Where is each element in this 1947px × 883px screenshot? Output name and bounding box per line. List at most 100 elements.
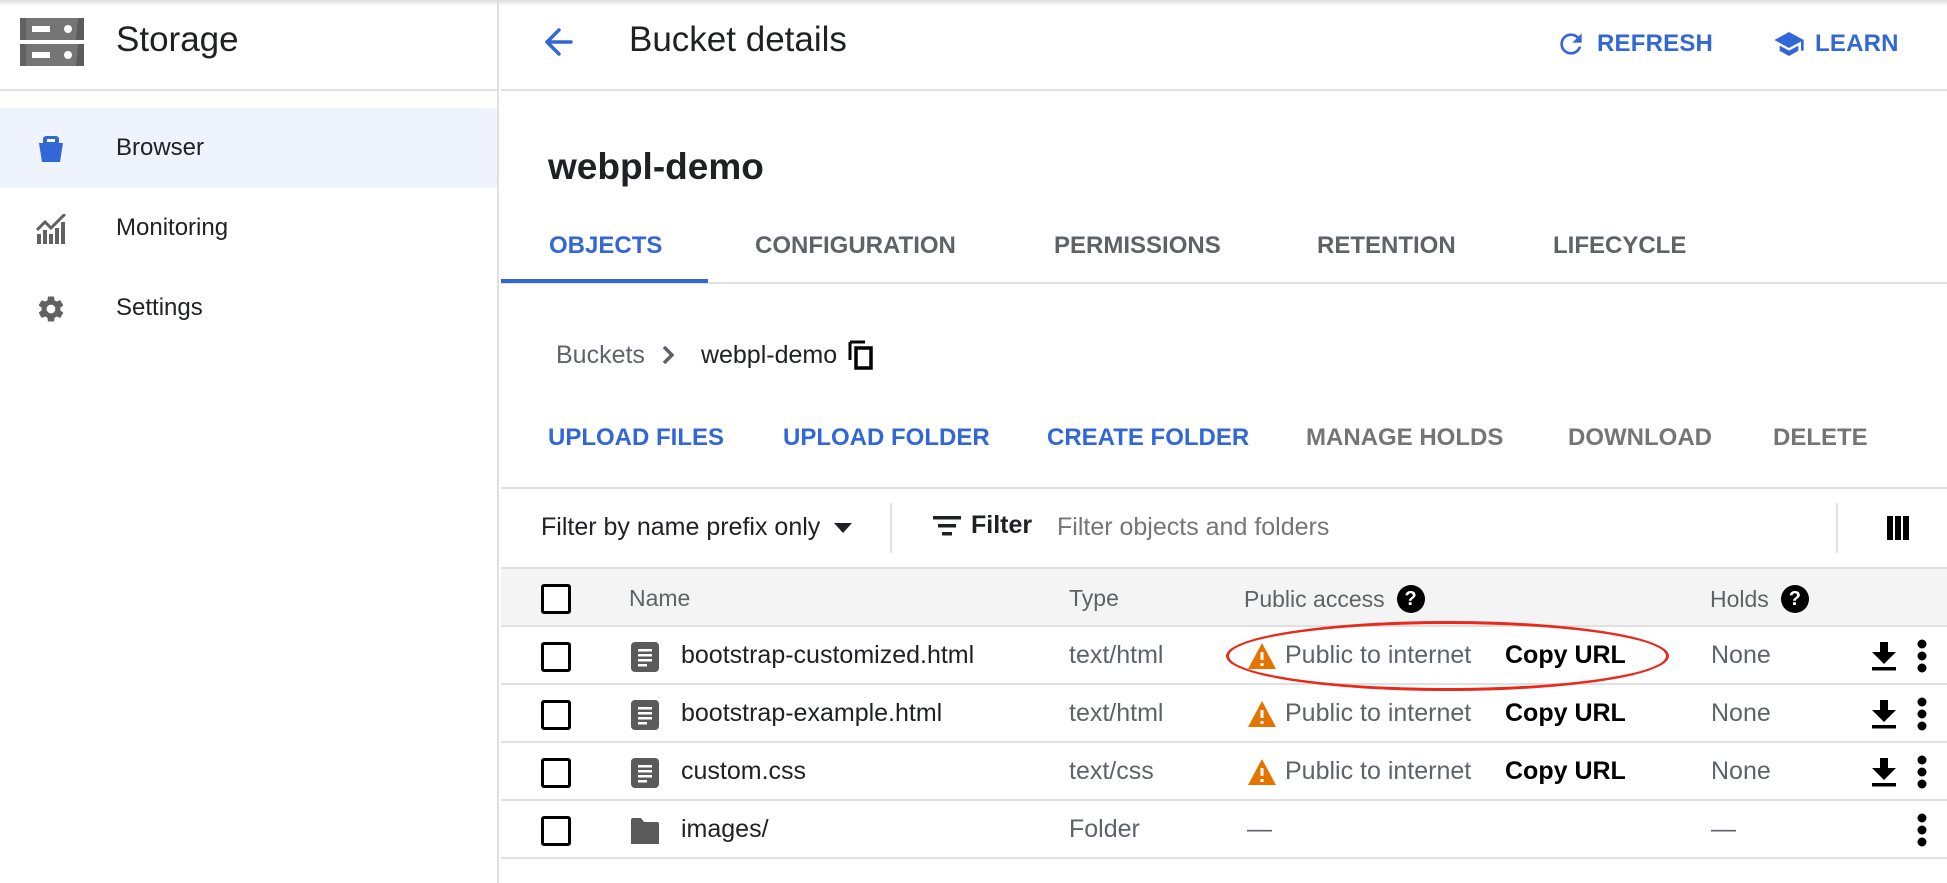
- column-label: Name: [629, 585, 691, 611]
- tab-label: OBJECTS: [549, 232, 663, 259]
- sidebar-item-label: Browser: [116, 134, 205, 161]
- download-button[interactable]: DOWNLOAD: [1568, 424, 1712, 452]
- download-icon[interactable]: [1871, 699, 1897, 729]
- more-vert-icon[interactable]: [1915, 755, 1929, 789]
- row-checkbox[interactable]: [541, 642, 571, 672]
- object-name-link[interactable]: custom.css: [681, 757, 806, 786]
- more-vert-icon[interactable]: [1915, 813, 1929, 847]
- gear-icon: [38, 296, 64, 322]
- refresh-button[interactable]: REFRESH: [1555, 24, 1713, 64]
- public-access-label: Public to internet: [1285, 757, 1472, 785]
- tab-retention[interactable]: RETENTION: [1317, 232, 1456, 282]
- divider: [890, 503, 892, 553]
- object-type: text/css: [1069, 757, 1154, 785]
- sidebar-item-label: Monitoring: [116, 214, 229, 241]
- object-type: text/html: [1069, 699, 1164, 727]
- table-header: Name Type Public access ? Holds ?: [501, 569, 1947, 627]
- manage-holds-button[interactable]: MANAGE HOLDS: [1306, 424, 1503, 452]
- warning-icon: [1248, 700, 1276, 727]
- upload-folder-button[interactable]: UPLOAD FOLDER: [783, 424, 990, 452]
- object-name-link[interactable]: bootstrap-example.html: [681, 699, 942, 728]
- copy-icon[interactable]: [847, 340, 875, 370]
- file-icon: [631, 758, 659, 788]
- bucket-name: webpl-demo: [548, 146, 764, 187]
- object-type: text/html: [1069, 641, 1164, 669]
- help-icon[interactable]: ?: [1780, 585, 1809, 613]
- holds-value: None: [1711, 641, 1771, 669]
- column-header-public-access: Public access ?: [1244, 585, 1425, 613]
- warning-icon: [1248, 758, 1276, 785]
- warning-icon: [1248, 642, 1276, 669]
- public-access-status: Public to internet: [1247, 641, 1471, 670]
- copy-url-link[interactable]: Copy URL: [1505, 641, 1626, 670]
- tab-objects[interactable]: OBJECTS: [549, 232, 662, 282]
- folder-name-link[interactable]: images/: [681, 815, 769, 844]
- sidebar: Storage Browser Monitoring Settings: [0, 0, 499, 883]
- main-header: Bucket details REFRESH LEARN: [501, 0, 1947, 91]
- divider: [1836, 503, 1838, 553]
- table-row: bootstrap-example.html text/html Public …: [501, 685, 1947, 743]
- column-display-icon[interactable]: [1884, 513, 1914, 543]
- column-header-name[interactable]: Name: [629, 585, 690, 612]
- public-access-label: Public to internet: [1285, 641, 1472, 669]
- public-access-status: Public to internet: [1247, 699, 1471, 728]
- sidebar-item-monitoring[interactable]: Monitoring: [0, 188, 497, 268]
- storage-icon: [20, 18, 84, 66]
- filter-bar: Filter by name prefix only Filter: [501, 487, 1947, 569]
- dropdown-arrow-icon: [834, 522, 853, 533]
- tab-lifecycle[interactable]: LIFECYCLE: [1553, 232, 1686, 282]
- filter-mode-dropdown[interactable]: Filter by name prefix only: [541, 513, 853, 542]
- breadcrumb-current: webpl-demo: [700, 340, 838, 369]
- tab-label: CONFIGURATION: [755, 232, 956, 259]
- breadcrumb: Buckets webpl-demo: [556, 340, 875, 370]
- tab-permissions[interactable]: PERMISSIONS: [1054, 232, 1221, 282]
- download-icon[interactable]: [1871, 641, 1897, 671]
- column-header-type[interactable]: Type: [1069, 585, 1119, 612]
- refresh-label: REFRESH: [1597, 30, 1714, 57]
- sidebar-item-browser[interactable]: Browser: [0, 108, 497, 188]
- holds-value: None: [1711, 757, 1771, 785]
- sidebar-item-label: Settings: [116, 294, 203, 321]
- breadcrumb-buckets-link[interactable]: Buckets: [556, 341, 645, 370]
- arrow-back-icon[interactable]: [537, 22, 577, 62]
- filter-input[interactable]: [1057, 507, 1717, 547]
- filter-button[interactable]: Filter: [933, 511, 1032, 540]
- tab-label: LIFECYCLE: [1553, 232, 1687, 259]
- school-icon: [1774, 32, 1804, 56]
- help-icon[interactable]: ?: [1396, 585, 1425, 613]
- copy-url-link[interactable]: Copy URL: [1505, 757, 1626, 786]
- app-title: Storage: [116, 20, 239, 59]
- delete-button[interactable]: DELETE: [1773, 424, 1868, 452]
- object-name-link[interactable]: bootstrap-customized.html: [681, 641, 974, 670]
- holds-value: None: [1711, 699, 1771, 727]
- column-label: Public access: [1244, 585, 1385, 612]
- tab-bar: OBJECTS CONFIGURATION PERMISSIONS RETENT…: [501, 222, 1947, 284]
- filter-button-label: Filter: [971, 511, 1033, 539]
- holds-value: —: [1711, 815, 1736, 843]
- create-folder-button[interactable]: CREATE FOLDER: [1047, 424, 1249, 452]
- row-checkbox[interactable]: [541, 816, 571, 846]
- upload-files-button[interactable]: UPLOAD FILES: [548, 424, 724, 452]
- learn-button[interactable]: LEARN: [1773, 24, 1899, 64]
- column-label: Holds: [1710, 585, 1769, 612]
- public-access-status: Public to internet: [1247, 757, 1471, 786]
- learn-label: LEARN: [1815, 30, 1899, 57]
- more-vert-icon[interactable]: [1915, 639, 1929, 673]
- monitoring-chart-icon: [36, 214, 66, 244]
- select-all-checkbox[interactable]: [541, 584, 571, 614]
- copy-url-link[interactable]: Copy URL: [1505, 699, 1626, 728]
- row-checkbox[interactable]: [541, 700, 571, 730]
- public-access-label: —: [1247, 815, 1272, 843]
- download-icon[interactable]: [1871, 757, 1897, 787]
- column-label: Type: [1069, 585, 1119, 611]
- folder-icon: [631, 818, 659, 844]
- sidebar-item-settings[interactable]: Settings: [0, 268, 497, 348]
- column-header-holds: Holds ?: [1710, 585, 1809, 613]
- tab-label: PERMISSIONS: [1054, 232, 1221, 259]
- tab-configuration[interactable]: CONFIGURATION: [755, 232, 956, 282]
- row-checkbox[interactable]: [541, 758, 571, 788]
- more-vert-icon[interactable]: [1915, 697, 1929, 731]
- page-title: Bucket details: [629, 20, 847, 59]
- chevron-right-icon: [662, 345, 675, 365]
- bucket-icon: [39, 136, 63, 162]
